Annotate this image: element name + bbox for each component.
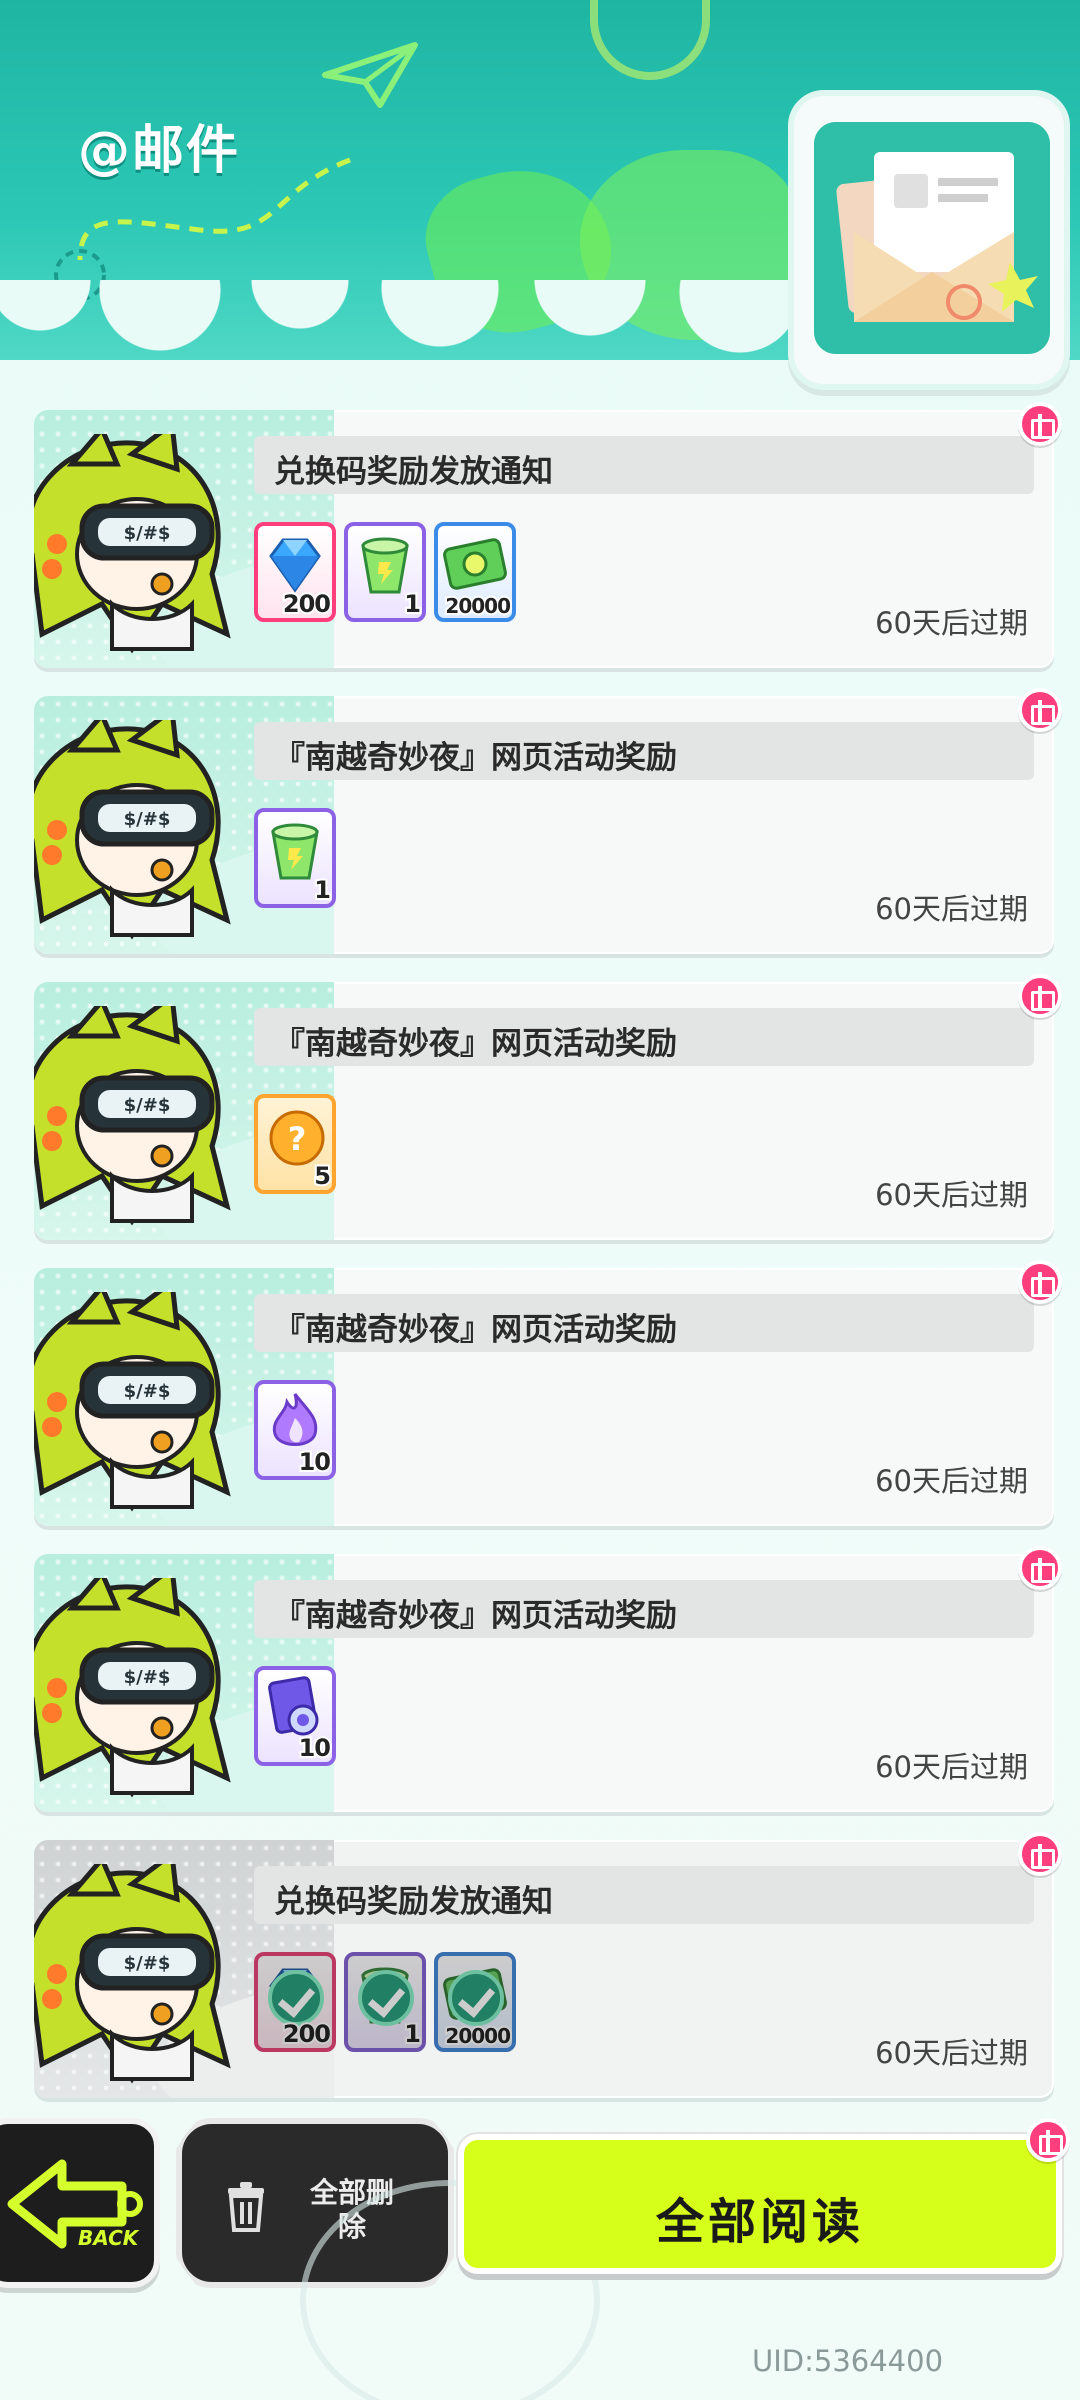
paper-plane-icon: [322, 42, 418, 108]
reward-quantity: 1: [312, 874, 332, 904]
mail-title: 兑换码奖励发放通知: [274, 454, 553, 490]
reward-item[interactable]: 10: [254, 1380, 336, 1480]
svg-text:$/#$: $/#$: [124, 1381, 171, 1402]
gift-icon: [1018, 1832, 1062, 1876]
reward-item[interactable]: 200: [254, 522, 336, 622]
reward-list: 200 1 20000: [254, 522, 516, 622]
reward-list: 1: [254, 808, 336, 908]
reward-item[interactable]: 1: [344, 1952, 426, 2052]
back-label: BACK: [78, 2226, 139, 2250]
svg-text:$/#$: $/#$: [124, 809, 171, 830]
page-title: @邮件: [78, 121, 241, 181]
reward-quantity: 200: [281, 2018, 332, 2048]
avatar: $/#$: [34, 720, 231, 940]
gift-icon: [1018, 1546, 1062, 1590]
mail-badge: [788, 90, 1070, 390]
reward-item[interactable]: ? 5: [254, 1094, 336, 1194]
reward-quantity: 20000: [443, 592, 512, 618]
reward-quantity: 200: [281, 588, 332, 618]
reward-item[interactable]: 20000: [434, 1952, 516, 2052]
avatar: $/#$: [34, 1292, 231, 1512]
reward-quantity: 1: [402, 2018, 422, 2048]
read-all-button[interactable]: 全部阅读: [458, 2118, 1070, 2274]
reward-item[interactable]: 1: [254, 808, 336, 908]
claimed-check-icon: [448, 1970, 504, 2026]
gift-icon: [1018, 688, 1062, 732]
mail-title: 『南越奇妙夜』网页活动奖励: [274, 1598, 677, 1634]
gift-icon: [1018, 1260, 1062, 1304]
reward-quantity: 10: [297, 1446, 332, 1476]
svg-text:$/#$: $/#$: [124, 1667, 171, 1688]
gift-icon: [1018, 402, 1062, 446]
mail-title: 『南越奇妙夜』网页活动奖励: [274, 1026, 677, 1062]
reward-item[interactable]: 1: [344, 522, 426, 622]
claimed-check-icon: [268, 1970, 324, 2026]
mail-title: 『南越奇妙夜』网页活动奖励: [274, 1312, 677, 1348]
mail-title: 『南越奇妙夜』网页活动奖励: [274, 740, 677, 776]
mail-title: 兑换码奖励发放通知: [274, 1884, 553, 1920]
mail-item[interactable]: $/#$ 兑换码奖励发放通知 200 1 20000 60天后过期: [34, 402, 1062, 668]
svg-text:$/#$: $/#$: [124, 1953, 171, 1974]
mail-item[interactable]: $/#$ 兑换码奖励发放通知 200 1 20000 60天后过期: [34, 1832, 1062, 2098]
mail-item[interactable]: $/#$ 『南越奇妙夜』网页活动奖励 10 60天后过期: [34, 1546, 1062, 1812]
reward-list: ? 5: [254, 1094, 336, 1194]
svg-text:$/#$: $/#$: [124, 523, 171, 544]
mail-item[interactable]: $/#$ 『南越奇妙夜』网页活动奖励 ? 5 60天后过期: [34, 974, 1062, 1240]
trash-icon: [228, 2182, 264, 2232]
expire-text: 60天后过期: [875, 1750, 1028, 1784]
reward-list: 10: [254, 1666, 336, 1766]
reward-item[interactable]: 10: [254, 1666, 336, 1766]
cash-icon: [443, 538, 507, 590]
purple-flame-icon: [272, 1393, 318, 1446]
avatar: $/#$: [34, 434, 231, 654]
green-drink-icon: [361, 537, 409, 594]
uid-text: UID:5364400: [752, 2344, 944, 2378]
green-drink-icon: [271, 823, 319, 880]
envelope-icon: [814, 122, 1050, 354]
ticket-card-icon: [268, 1676, 319, 1736]
reward-quantity: 5: [312, 1160, 332, 1190]
mail-item[interactable]: $/#$ 『南越奇妙夜』网页活动奖励 10 60天后过期: [34, 1260, 1062, 1526]
smiley-icon: [590, 0, 710, 80]
reward-quantity: 10: [297, 1732, 332, 1762]
svg-text:$/#$: $/#$: [124, 1095, 171, 1116]
gift-icon: [1026, 2118, 1070, 2162]
expire-text: 60天后过期: [875, 1464, 1028, 1498]
mail-list: $/#$ 兑换码奖励发放通知 200 1 20000 60天后过期 $/#$ 『…: [34, 402, 1062, 2126]
svg-text:?: ?: [288, 1120, 307, 1158]
reward-item[interactable]: 20000: [434, 522, 516, 622]
reward-quantity: 20000: [443, 2022, 512, 2048]
avatar: $/#$: [34, 1864, 231, 2084]
expire-text: 60天后过期: [875, 2036, 1028, 2070]
expire-text: 60天后过期: [875, 892, 1028, 926]
back-button[interactable]: BACK: [0, 2118, 160, 2288]
read-all-label: 全部阅读: [655, 2194, 864, 2250]
header-decoration: [580, 150, 800, 340]
claimed-check-icon: [358, 1970, 414, 2026]
reward-item[interactable]: 200: [254, 1952, 336, 2052]
expire-text: 60天后过期: [875, 1178, 1028, 1212]
mail-item[interactable]: $/#$ 『南越奇妙夜』网页活动奖励 1 60天后过期: [34, 688, 1062, 954]
diamond-icon: [269, 538, 321, 593]
back-arrow-icon: [7, 2159, 143, 2249]
mystery-orb-icon: ?: [269, 1110, 325, 1166]
gift-icon: [1018, 974, 1062, 1018]
reward-list: 10: [254, 1380, 336, 1480]
expire-text: 60天后过期: [875, 606, 1028, 640]
reward-quantity: 1: [402, 588, 422, 618]
avatar: $/#$: [34, 1006, 231, 1226]
avatar: $/#$: [34, 1578, 231, 1798]
reward-list: 200 1 20000: [254, 1952, 516, 2052]
